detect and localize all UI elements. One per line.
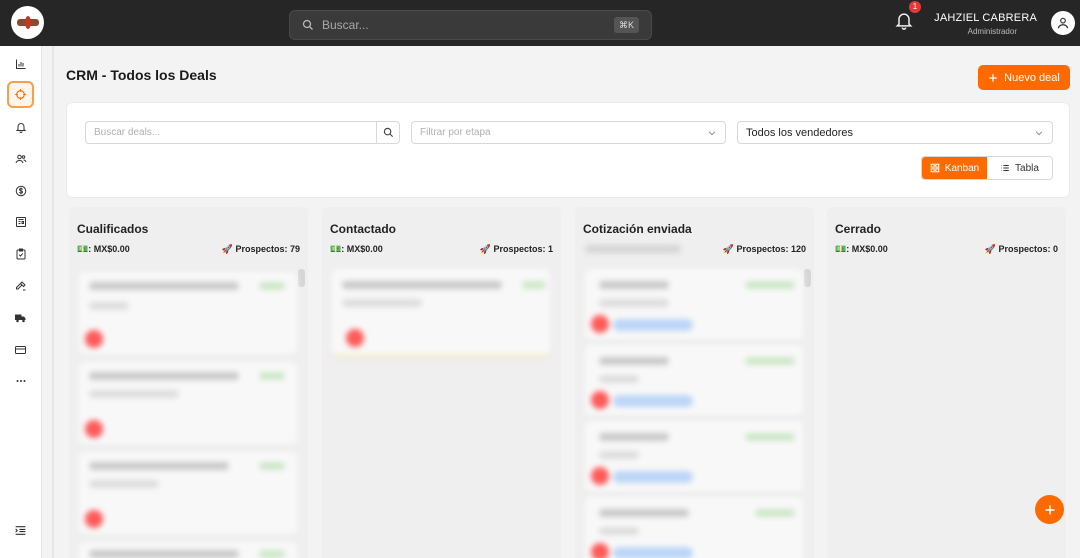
sidebar-item-payments[interactable]	[7, 336, 34, 363]
sidebar	[0, 46, 42, 558]
user-role: Administrador	[967, 27, 1017, 36]
column-title: Cotización enviada	[583, 222, 692, 236]
deal-search-input[interactable]	[85, 121, 377, 144]
sidebar-item-notifications[interactable]	[7, 113, 34, 140]
column-title: Cerrado	[835, 222, 882, 236]
deal-card[interactable]	[585, 497, 803, 558]
global-search[interactable]: ⌘K	[289, 10, 652, 40]
top-bar: ⌘K 1 JAHZIEL CABRERA Administrador	[0, 0, 1080, 46]
more-icon	[16, 379, 25, 382]
column-total: 💵: MX$0.00	[330, 244, 383, 254]
shortcut-hint: ⌘K	[613, 17, 639, 33]
deal-card[interactable]	[79, 362, 297, 444]
seller-filter-select[interactable]: Todos los vendedores	[737, 121, 1053, 144]
kanban-column-cualificados: Cualificados 💵: MX$0.00 🚀 Prospectos: 79	[69, 207, 308, 558]
column-scrollbar[interactable]	[298, 269, 305, 287]
logo-icon	[16, 16, 39, 29]
new-deal-button[interactable]: Nuevo deal	[978, 65, 1070, 90]
sidebar-item-crm[interactable]	[7, 81, 34, 108]
user-name: JAHZIEL CABRERA	[934, 12, 1037, 24]
users-icon	[15, 154, 26, 163]
notification-badge: 1	[909, 1, 921, 13]
kanban-view-button[interactable]: Kanban	[922, 157, 987, 179]
column-title: Cualificados	[77, 222, 149, 236]
chevron-down-icon	[1035, 131, 1043, 136]
sidebar-item-analytics[interactable]	[7, 50, 34, 77]
deal-search-button[interactable]	[377, 121, 400, 144]
news-icon	[15, 216, 26, 227]
column-count: 🚀 Prospectos: 0	[984, 244, 1058, 254]
credit-card-icon	[15, 345, 26, 354]
column-count: 🚀 Prospectos: 120	[722, 244, 806, 254]
table-view-label: Tabla	[1015, 162, 1039, 174]
sidebar-item-news[interactable]	[7, 208, 34, 235]
collapse-menu-icon	[15, 526, 26, 535]
kanban-column-cotizacion-enviada: Cotización enviada 🚀 Prospectos: 120	[575, 207, 814, 558]
kanban-column-cerrado: Cerrado 💵: MX$0.00 🚀 Prospectos: 0	[827, 207, 1066, 558]
truck-icon	[15, 314, 26, 322]
column-count: 🚀 Prospectos: 1	[479, 244, 553, 254]
stage-filter-placeholder: Filtrar por etapa	[420, 127, 491, 138]
table-view-button[interactable]: Tabla	[987, 157, 1052, 179]
clipboard-check-icon	[16, 248, 25, 259]
deal-card[interactable]	[332, 269, 550, 357]
filters-panel: Filtrar por etapa Todos los vendedores K…	[66, 102, 1070, 198]
sidebar-item-tasks[interactable]	[7, 240, 34, 267]
kanban-column-contactado: Contactado 💵: MX$0.00 🚀 Prospectos: 1	[322, 207, 561, 558]
deal-card[interactable]	[79, 272, 297, 354]
sidebar-item-users[interactable]	[7, 145, 34, 172]
kanban-view-label: Kanban	[944, 162, 980, 174]
sidebar-item-more[interactable]	[7, 367, 34, 394]
column-title: Contactado	[330, 222, 396, 236]
deal-card[interactable]	[79, 542, 297, 558]
sidebar-item-tools[interactable]	[7, 272, 34, 299]
blurred-total	[585, 245, 681, 253]
chevron-down-icon	[708, 131, 716, 136]
bell-icon	[15, 122, 26, 133]
seller-filter-value: Todos los vendedores	[746, 126, 854, 139]
crosshair-icon	[15, 89, 26, 100]
tools-icon	[15, 280, 26, 290]
sidebar-collapse-button[interactable]	[7, 517, 34, 544]
grid-icon	[930, 163, 940, 173]
deal-card[interactable]	[585, 421, 803, 491]
search-icon	[383, 127, 393, 138]
new-deal-label: Nuevo deal	[1004, 71, 1060, 84]
page-title: CRM - Todos los Deals	[66, 67, 217, 83]
deal-card[interactable]	[585, 345, 803, 415]
global-search-input[interactable]	[322, 18, 602, 32]
app-logo[interactable]	[11, 6, 44, 39]
bar-chart-icon	[15, 59, 25, 69]
sidebar-item-shipping[interactable]	[7, 304, 34, 331]
plus-icon	[989, 73, 997, 82]
user-icon	[1057, 17, 1069, 29]
deal-card[interactable]	[585, 269, 803, 339]
floating-add-button[interactable]	[1035, 495, 1064, 524]
view-toggle: Kanban Tabla	[921, 156, 1053, 180]
plus-icon	[1045, 505, 1054, 514]
stage-filter-select[interactable]: Filtrar por etapa	[411, 121, 726, 144]
column-total: 💵: MX$0.00	[835, 244, 888, 254]
search-icon	[302, 19, 313, 30]
user-avatar[interactable]	[1051, 11, 1075, 35]
sidebar-item-finance[interactable]	[7, 177, 34, 204]
sidebar-divider	[52, 46, 54, 558]
deal-card[interactable]	[79, 452, 297, 534]
column-total: 💵: MX$0.00	[77, 244, 130, 254]
column-count: 🚀 Prospectos: 79	[221, 244, 300, 254]
notifications-bell-icon[interactable]	[894, 10, 914, 30]
column-scrollbar[interactable]	[804, 269, 811, 287]
dollar-icon	[15, 185, 26, 196]
list-icon	[1001, 164, 1009, 172]
